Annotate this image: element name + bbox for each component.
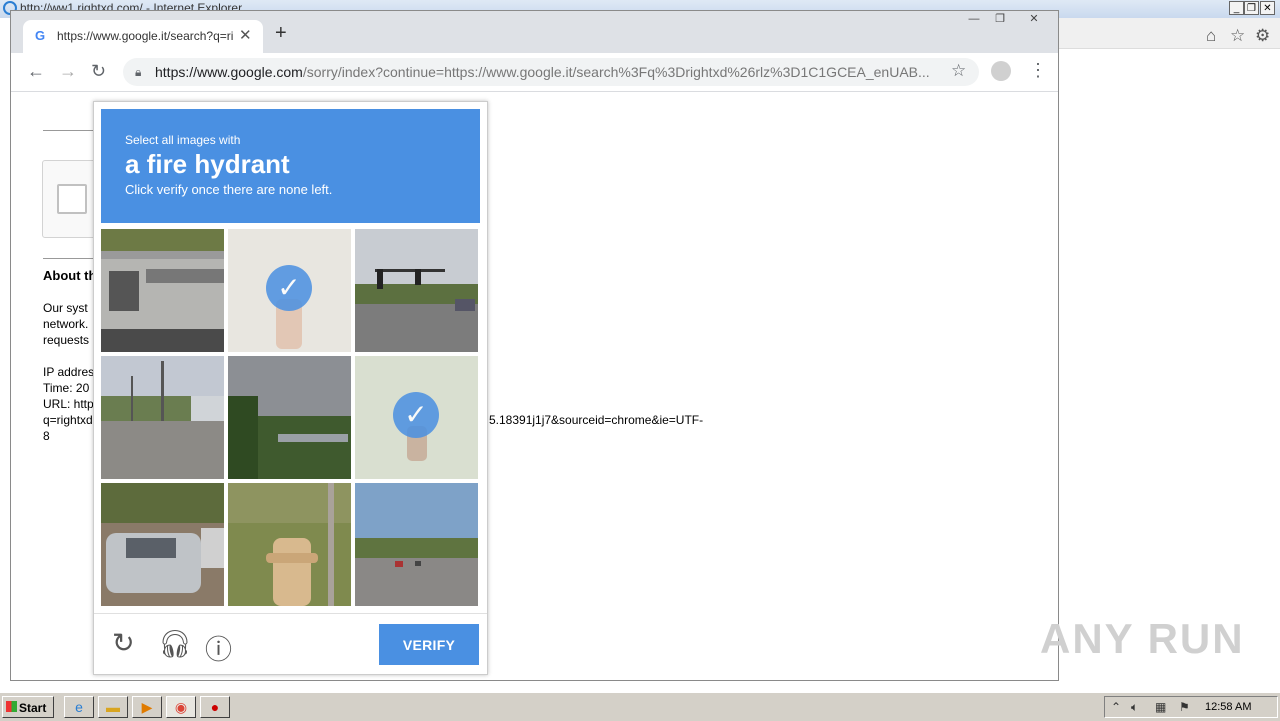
- home-icon[interactable]: ⌂: [1206, 26, 1216, 46]
- url-text[interactable]: https://www.google.com/sorry/index?conti…: [155, 64, 941, 80]
- ie-close-icon[interactable]: ✕: [1260, 1, 1275, 15]
- challenge-header: Select all images with a fire hydrant Cl…: [101, 109, 480, 223]
- url-value-tail: 5.18391j1j7&sourceid=chrome&ie=UTF-: [489, 413, 704, 427]
- about-text-line: network.: [43, 317, 89, 331]
- tile-selected-check-icon: ✓: [266, 265, 312, 311]
- image-tile[interactable]: ✓: [228, 229, 351, 352]
- taskbar-explorer-folder-icon[interactable]: ▬: [98, 696, 128, 718]
- forward-arrow-icon[interactable]: →: [59, 61, 77, 82]
- url-host: https://www.google.com: [155, 64, 303, 80]
- ie-toolbar: ⌂ ☆ ⚙: [1058, 18, 1280, 49]
- chrome-restore-icon[interactable]: ❐: [989, 13, 1011, 27]
- time-label: Time: 20: [43, 381, 90, 395]
- anyrun-watermark: ANY RUN: [1040, 615, 1245, 662]
- about-text-line: Our syst: [43, 301, 88, 315]
- image-tile[interactable]: [101, 356, 224, 479]
- reload-challenge-icon[interactable]: ↻: [112, 628, 135, 659]
- tab-close-icon[interactable]: ✕: [239, 26, 252, 44]
- recaptcha-challenge-dialog: Select all images with a fire hydrant Cl…: [93, 101, 488, 675]
- network-icon[interactable]: ▦: [1155, 700, 1166, 714]
- tab-title: https://www.google.it/search?q=rightxd: [57, 29, 233, 43]
- google-favicon-icon: G: [35, 28, 46, 43]
- taskbar-stop-icon[interactable]: ●: [200, 696, 230, 718]
- volume-icon[interactable]: 🔈︎: [1131, 700, 1138, 715]
- image-tile[interactable]: [355, 229, 478, 352]
- verify-button[interactable]: VERIFY: [379, 624, 479, 665]
- about-heading: About th: [43, 268, 97, 283]
- profile-avatar-icon[interactable]: [991, 61, 1011, 81]
- image-tile[interactable]: [355, 483, 478, 606]
- ie-minimize-icon[interactable]: _: [1229, 1, 1244, 15]
- reload-icon[interactable]: ↻: [91, 61, 106, 82]
- image-tile[interactable]: [228, 483, 351, 606]
- image-tile[interactable]: ✓: [355, 356, 478, 479]
- start-label: Start: [19, 701, 47, 715]
- tab-google-search[interactable]: G https://www.google.it/search?q=rightxd…: [23, 20, 263, 53]
- back-arrow-icon[interactable]: ←: [27, 61, 45, 82]
- info-icon[interactable]: ⓘ: [205, 628, 232, 667]
- image-tile[interactable]: [101, 483, 224, 606]
- tray-expand-icon[interactable]: ⌃: [1111, 700, 1121, 714]
- bookmark-star-icon[interactable]: ☆: [951, 61, 966, 81]
- windows-taskbar: Start e ▬ ▶ ◉ ● ⌃ 🔈︎ ▦ ⚑ 12:58 AM: [0, 692, 1280, 721]
- challenge-footer: ↻ 🎧︎ ⓘ VERIFY: [94, 613, 487, 675]
- tab-strip: G https://www.google.it/search?q=rightxd…: [11, 11, 1058, 53]
- settings-gear-icon[interactable]: ⚙: [1255, 26, 1270, 46]
- chrome-minimize-icon[interactable]: —: [963, 13, 985, 27]
- ie-restore-icon[interactable]: ❐: [1244, 1, 1259, 15]
- audio-challenge-headphones-icon[interactable]: 🎧︎: [158, 628, 192, 660]
- url-value-line: 8: [43, 429, 50, 443]
- url-value-line: q=rightxd: [43, 413, 93, 427]
- url-label: URL: http: [43, 397, 94, 411]
- lock-icon: 🔒︎: [135, 65, 142, 79]
- chrome-toolbar: ← → ↻ 🔒︎ https://www.google.com/sorry/in…: [11, 53, 1058, 92]
- about-text-line: requests: [43, 333, 90, 347]
- windows-logo-icon: [6, 701, 17, 712]
- tile-selected-check-icon: ✓: [393, 392, 439, 438]
- challenge-subtext: Click verify once there are none left.: [125, 182, 333, 197]
- ip-address-label: IP addres: [43, 365, 95, 379]
- recaptcha-checkbox[interactable]: [57, 184, 87, 214]
- challenge-target: a fire hydrant: [125, 149, 290, 179]
- url-path: /sorry/index?continue=https://www.google…: [302, 64, 930, 80]
- system-tray: ⌃ 🔈︎ ▦ ⚑ 12:58 AM: [1104, 696, 1278, 718]
- taskbar-media-player-icon[interactable]: ▶: [132, 696, 162, 718]
- chrome-menu-icon[interactable]: ⋮: [1029, 60, 1047, 81]
- chrome-close-icon[interactable]: ✕: [1023, 13, 1045, 27]
- address-bar[interactable]: 🔒︎ https://www.google.com/sorry/index?co…: [123, 58, 979, 86]
- start-button[interactable]: Start: [2, 696, 54, 718]
- image-tile[interactable]: [228, 356, 351, 479]
- taskbar-ie-icon[interactable]: e: [64, 696, 94, 718]
- clock[interactable]: 12:58 AM: [1205, 701, 1251, 713]
- action-center-flag-icon[interactable]: ⚑: [1179, 700, 1190, 714]
- favorites-star-icon[interactable]: ☆: [1230, 26, 1245, 46]
- new-tab-button[interactable]: +: [275, 23, 287, 43]
- challenge-instruction: Select all images with: [125, 133, 241, 147]
- image-tile[interactable]: [101, 229, 224, 352]
- taskbar-chrome-icon[interactable]: ◉: [166, 696, 196, 718]
